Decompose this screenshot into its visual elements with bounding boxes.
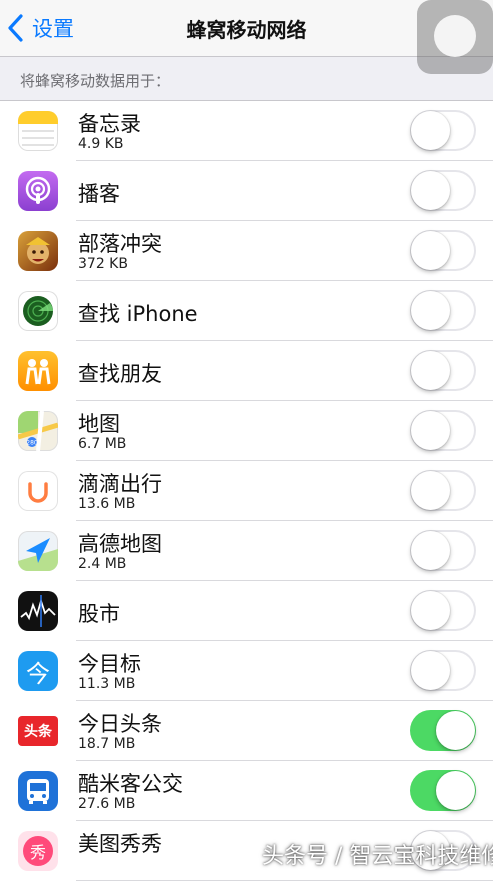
app-data-usage: 372 KB: [78, 256, 128, 272]
cellular-toggle[interactable]: [410, 590, 476, 631]
cellular-toggle[interactable]: [410, 170, 476, 211]
list-item: 播客: [0, 161, 493, 221]
cellular-toggle[interactable]: [410, 350, 476, 391]
list-item: 滴滴出行 13.6 MB: [0, 461, 493, 521]
toutiao-icon-text: 头条: [24, 724, 52, 740]
cellular-toggle[interactable]: [410, 470, 476, 511]
cellular-toggle[interactable]: [410, 290, 476, 331]
list-item: 高德地图 2.4 MB: [0, 521, 493, 581]
toutiao-icon: 头条: [18, 716, 58, 746]
app-name: 查找 iPhone: [78, 302, 198, 326]
maps-icon: 280: [18, 411, 58, 451]
jinmubiao-icon: 今: [18, 651, 58, 691]
meitu-icon-text: 秀: [29, 843, 46, 862]
list-item: 酷米客公交 27.6 MB: [0, 761, 493, 821]
app-name: 地图: [78, 412, 120, 436]
cellular-toggle[interactable]: [410, 530, 476, 571]
assistive-touch-button[interactable]: [417, 0, 493, 74]
app-data-usage: 4.9 KB: [78, 136, 124, 152]
app-data-usage: 6.7 MB: [78, 436, 127, 452]
cellular-toggle[interactable]: [410, 770, 476, 811]
list-item: 头条 今日头条 18.7 MB: [0, 701, 493, 761]
app-name: 备忘录: [78, 112, 141, 136]
meitu-icon: 秀: [18, 831, 58, 871]
app-data-usage: 2.4 MB: [78, 556, 127, 572]
section-header: 将蜂窝移动数据用于：: [20, 72, 171, 90]
app-name: 酷米客公交: [78, 772, 183, 796]
notes-icon: [18, 111, 58, 151]
watermark: 头条号 / 智云宝科技维修: [262, 844, 493, 869]
cellular-toggle[interactable]: [410, 230, 476, 271]
list-item: 查找朋友: [0, 341, 493, 401]
app-name: 股市: [78, 602, 120, 626]
app-name: 今日头条: [78, 712, 162, 736]
list-item: 股市: [0, 581, 493, 641]
amap-icon: [18, 531, 58, 571]
app-name: 部落冲突: [78, 232, 162, 256]
find-friends-icon: [18, 351, 58, 391]
app-name: 播客: [78, 182, 120, 206]
app-data-usage: 13.6 MB: [78, 496, 136, 512]
bus-icon: [18, 771, 58, 811]
maps-sign-text: 280: [26, 440, 38, 447]
app-data-usage: 18.7 MB: [78, 736, 136, 752]
cellular-toggle[interactable]: [410, 110, 476, 151]
app-name: 查找朋友: [78, 362, 162, 386]
cellular-toggle[interactable]: [410, 410, 476, 451]
jinmubiao-icon-text: 今: [26, 659, 50, 688]
list-item: 今 今目标 11.3 MB: [0, 641, 493, 701]
list-item: 部落冲突 372 KB: [0, 221, 493, 281]
cellular-toggle[interactable]: [410, 710, 476, 751]
list-item: 备忘录 4.9 KB: [0, 101, 493, 161]
stocks-icon: [18, 591, 58, 631]
app-name: 高德地图: [78, 532, 162, 556]
app-name: 今目标: [78, 652, 141, 676]
app-name: 美图秀秀: [78, 832, 162, 856]
find-iphone-icon: [18, 291, 58, 331]
app-name: 滴滴出行: [78, 472, 162, 496]
cellular-toggle[interactable]: [410, 650, 476, 691]
list-item: 280 地图 6.7 MB: [0, 401, 493, 461]
clash-of-clans-icon: [18, 231, 58, 271]
app-data-usage: 11.3 MB: [78, 676, 136, 692]
app-data-usage: 27.6 MB: [78, 796, 136, 812]
app-cellular-list: 备忘录 4.9 KB 播客 部落冲突 372 KB 查找 iPhone 查找朋友…: [0, 100, 493, 881]
podcasts-icon: [18, 171, 58, 211]
list-item: 查找 iPhone: [0, 281, 493, 341]
didi-icon: [18, 471, 58, 511]
